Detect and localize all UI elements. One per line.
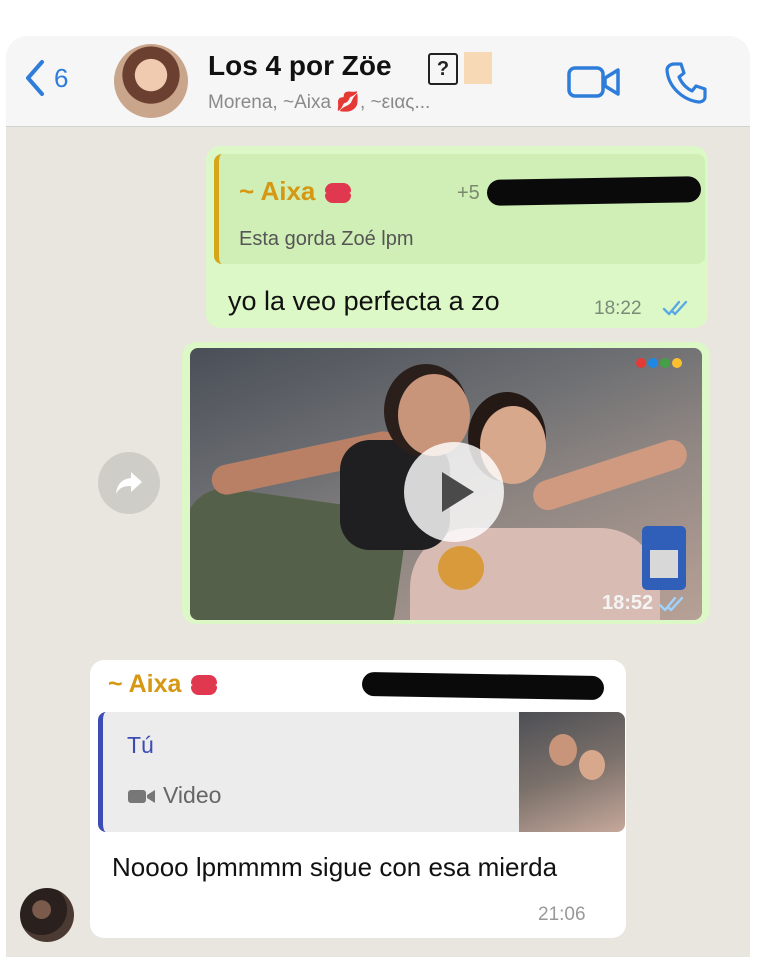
group-avatar[interactable] — [114, 44, 188, 118]
kiss-icon — [323, 183, 353, 204]
quote-phone-prefix: +5 — [457, 182, 480, 204]
video-thumbnail[interactable]: 18:52 — [190, 348, 702, 620]
double-check-icon — [658, 596, 684, 612]
unknown-emoji-glyph: ? — [428, 53, 458, 85]
sender-name-text: ~ Aixa — [108, 670, 182, 698]
group-members[interactable]: Morena, ~Aixa 💋, ~ειας... — [208, 90, 430, 114]
outgoing-message-bubble[interactable]: ~ Aixa +5 Esta gorda Zoé lpm yo la veo p… — [206, 146, 708, 328]
phone-icon[interactable] — [664, 60, 708, 104]
quoted-message[interactable]: Tú Video — [98, 712, 625, 832]
unread-count: 6 — [54, 62, 69, 93]
quoted-message[interactable]: ~ Aixa +5 Esta gorda Zoé lpm — [214, 154, 705, 264]
group-title[interactable]: Los 4 por Zöe — [208, 50, 392, 82]
quote-author: ~ Aixa — [239, 176, 353, 207]
quote-media-type: Video — [127, 782, 221, 809]
skin-tone-glyph — [464, 52, 492, 84]
forward-button[interactable] — [98, 452, 160, 514]
kiss-icon — [189, 675, 219, 696]
chevron-left-icon — [26, 60, 44, 96]
sender-name: ~ Aixa — [108, 670, 219, 699]
forward-arrow-icon — [116, 472, 142, 494]
chat-screen: 6 Los 4 por Zöe ? Morena, ~Aixa 💋, ~ειας… — [6, 36, 750, 957]
redaction-scribble — [361, 671, 605, 701]
sender-avatar[interactable] — [20, 888, 74, 942]
redaction-scribble — [486, 176, 702, 206]
teddy-bear-icon — [438, 546, 484, 590]
qr-code-overlay — [642, 526, 686, 590]
quote-type-label: Video — [163, 782, 222, 808]
back-button[interactable]: 6 — [22, 58, 68, 98]
message-text: yo la veo perfecta a zo — [228, 286, 500, 316]
message-time: 18:22 — [594, 298, 642, 319]
chat-header: 6 Los 4 por Zöe ? Morena, ~Aixa 💋, ~ειας… — [6, 36, 750, 127]
quote-author-name: ~ Aixa — [239, 176, 316, 206]
message-text: Noooo lpmmmm sigue con esa mierda — [112, 852, 558, 882]
video-camera-icon — [128, 789, 155, 803]
video-camera-icon[interactable] — [566, 62, 622, 102]
tv-channel-logo — [636, 358, 684, 376]
message-time: 21:06 — [538, 904, 586, 925]
double-check-icon — [662, 300, 688, 316]
play-icon[interactable] — [404, 442, 504, 542]
quote-author: Tú — [127, 732, 154, 758]
quote-text: Esta gorda Zoé lpm — [239, 228, 414, 250]
incoming-message-bubble[interactable]: ~ Aixa Tú Video Noooo lpmmmm sigue con e… — [90, 660, 626, 938]
quote-thumbnail — [519, 712, 625, 832]
message-time: 18:52 — [602, 592, 654, 614]
outgoing-video-message[interactable]: 18:52 — [182, 342, 710, 624]
